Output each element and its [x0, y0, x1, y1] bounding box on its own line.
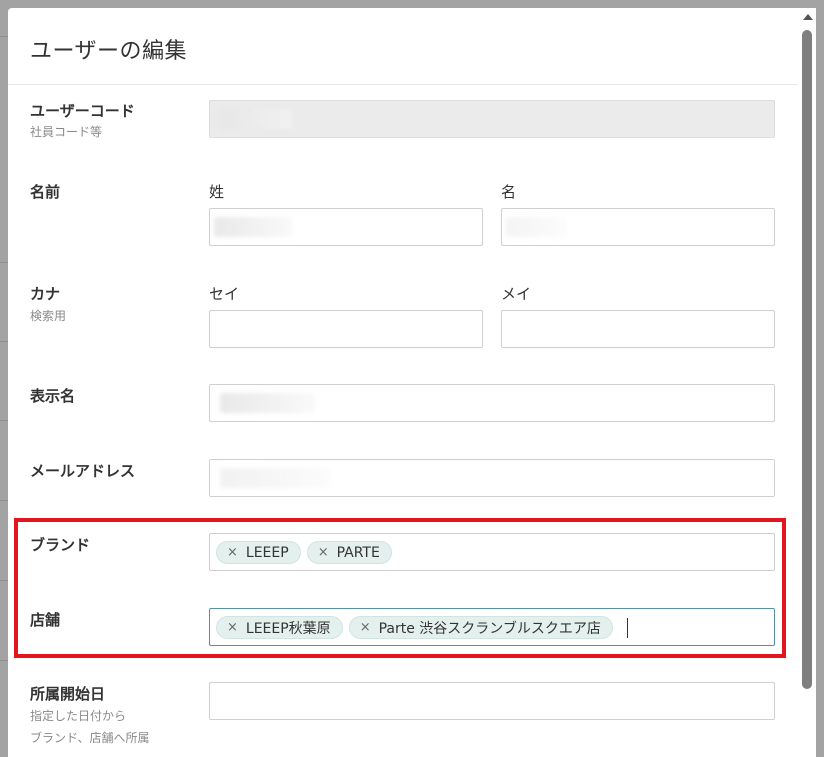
brand-tags: × LEEEP × PARTE — [216, 541, 392, 564]
tag-remove-icon[interactable]: × — [227, 620, 238, 635]
scrollbar-thumb[interactable] — [802, 30, 812, 689]
affiliation-start-sublabel: ブランド、店舗へ所属 — [30, 731, 150, 745]
brand-tag: × PARTE — [306, 541, 392, 564]
affiliation-start-date-field[interactable] — [209, 682, 775, 720]
modal-title: ユーザーの編集 — [30, 39, 188, 64]
email-label: メールアドレス — [30, 462, 136, 480]
display-name-value — [220, 393, 315, 413]
store-label: 店舗 — [30, 611, 61, 629]
store-select[interactable]: × LEEEP秋葉原 × Parte 渋谷スクランブルスクエア店 — [209, 608, 775, 646]
affiliation-start-sublabel: 指定した日付から — [30, 709, 127, 723]
store-tag: × LEEEP秋葉原 — [216, 616, 343, 639]
last-name-label: 姓 — [209, 183, 225, 201]
brand-tag-label: LEEEP — [245, 544, 289, 561]
first-name-label: 名 — [501, 183, 517, 201]
user-code-sublabel: 社員コード等 — [30, 125, 103, 139]
email-value — [220, 468, 330, 488]
display-name-label: 表示名 — [30, 387, 76, 405]
first-name-value — [506, 217, 566, 237]
store-tag-label: LEEEP秋葉原 — [245, 620, 331, 637]
tag-remove-icon[interactable]: × — [360, 620, 371, 635]
last-kana-label: セイ — [209, 285, 240, 303]
kana-label: カナ — [30, 285, 61, 303]
text-caret — [626, 617, 628, 638]
title-divider — [8, 84, 798, 85]
last-kana-field[interactable] — [209, 310, 483, 348]
user-code-value — [220, 109, 292, 129]
brand-tag-label: PARTE — [336, 544, 380, 561]
brand-select[interactable]: × LEEEP × PARTE — [209, 533, 775, 571]
store-tags: × LEEEP秋葉原 × Parte 渋谷スクランブルスクエア店 — [216, 616, 628, 639]
brand-label: ブランド — [30, 536, 91, 554]
last-name-value — [214, 217, 292, 237]
name-label: 名前 — [30, 183, 61, 201]
tag-remove-icon[interactable]: × — [318, 545, 329, 560]
first-name-field[interactable] — [501, 208, 775, 246]
first-kana-field[interactable] — [501, 310, 775, 348]
affiliation-start-label: 所属開始日 — [30, 685, 106, 703]
store-tag: × Parte 渋谷スクランブルスクエア店 — [348, 616, 613, 639]
user-code-field — [209, 100, 775, 138]
store-tag-label: Parte 渋谷スクランブルスクエア店 — [378, 620, 601, 637]
scroll-up-icon[interactable] — [803, 14, 813, 20]
display-name-field[interactable] — [209, 384, 775, 422]
first-kana-label: メイ — [501, 285, 532, 303]
last-name-field[interactable] — [209, 208, 483, 246]
tag-remove-icon[interactable]: × — [227, 545, 238, 560]
user-code-label: ユーザーコード — [30, 102, 135, 120]
kana-sublabel: 検索用 — [30, 309, 67, 323]
email-field[interactable] — [209, 459, 775, 497]
brand-tag: × LEEEP — [216, 541, 301, 564]
edit-user-modal: ユーザーの編集 ユーザーコード 社員コード等 名前 姓 名 カナ 検索用 セイ … — [8, 8, 816, 757]
